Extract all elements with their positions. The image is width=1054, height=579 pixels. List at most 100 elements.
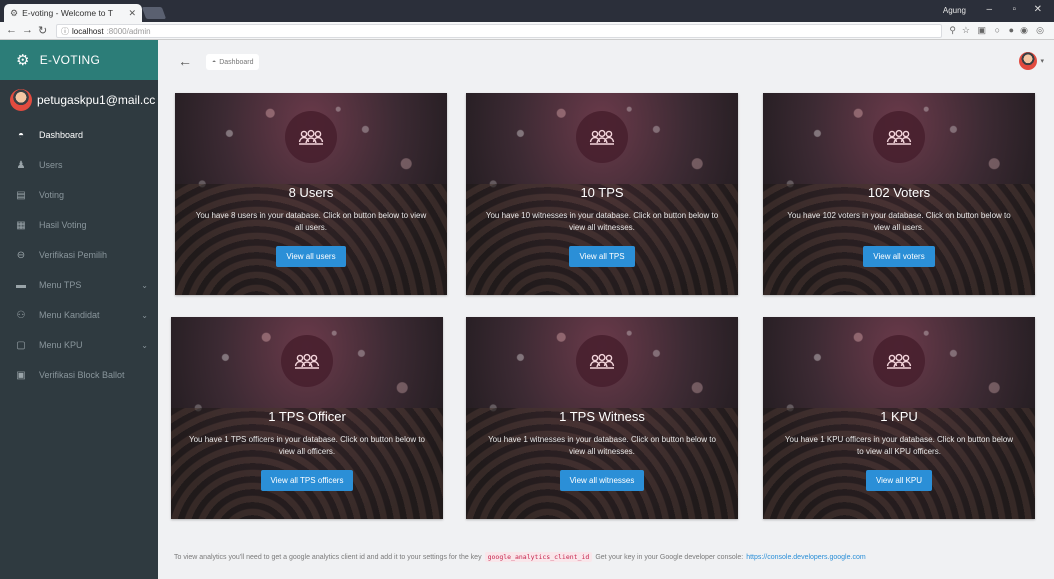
- sidebar-menu: ◓ Dashboard ♟ Users ▤ Voting ▦ Hasil Vot…: [0, 120, 158, 390]
- people-icon: [873, 111, 925, 163]
- settings-favicon-icon: ⚙: [10, 7, 19, 18]
- sidebar-item-verifikasi-pemilih[interactable]: ⊖ Verifikasi Pemilih: [0, 240, 158, 270]
- sidebar-profile[interactable]: petugaskpu1@mail.cc: [0, 80, 158, 120]
- bookmark-star-icon[interactable]: ☆: [962, 25, 970, 36]
- sidebar-item-label: Users: [39, 160, 63, 170]
- people-icon: [576, 111, 628, 163]
- card-description: You have 102 voters in your database. Cl…: [787, 211, 1011, 232]
- back-arrow-icon[interactable]: ←: [178, 53, 192, 69]
- back-arrow-icon[interactable]: ←: [6, 24, 17, 36]
- extension-icon[interactable]: ●: [1009, 25, 1014, 35]
- browser-titlebar: ⚙ E-voting - Welcome to T ✕ Agung – ▫ ✕: [0, 0, 1054, 22]
- card-title: 1 TPS Witness: [559, 409, 645, 424]
- extension-icon[interactable]: ◎: [1036, 25, 1044, 36]
- close-tab-icon[interactable]: ✕: [128, 8, 136, 19]
- sidebar-item-label: Menu KPU: [39, 340, 83, 350]
- document-icon: ▢: [16, 339, 26, 351]
- info-icon[interactable]: ⓘ: [61, 26, 69, 37]
- card-description: You have 1 witnesses in your database. C…: [488, 435, 716, 456]
- analytics-key-code: google_analytics_client_id: [484, 552, 593, 562]
- zoom-icon[interactable]: ⚲: [949, 25, 956, 36]
- view-all-kpu-button[interactable]: View all KPU: [865, 470, 933, 491]
- sidebar-item-label: Verifikasi Pemilih: [39, 250, 108, 260]
- card-title: 10 TPS: [580, 185, 624, 200]
- sidebar-item-dashboard[interactable]: ◓ Dashboard: [0, 120, 158, 150]
- card-title: 102 Voters: [867, 185, 931, 200]
- breadcrumb-label: Dashboard: [219, 58, 254, 66]
- sidebar-item-label: Hasil Voting: [39, 220, 87, 230]
- folder-icon: ▬: [16, 279, 26, 291]
- user-menu[interactable]: ▾: [1019, 52, 1044, 70]
- chevron-down-icon: ⌄: [141, 340, 148, 350]
- sidebar-item-verifikasi-block-ballot[interactable]: ▣ Verifikasi Block Ballot: [0, 360, 158, 390]
- analytics-notice-text-after: Get your key in your Google developer co…: [595, 553, 744, 561]
- sidebar-item-menu-tps[interactable]: ▬ Menu TPS ⌄: [0, 270, 158, 300]
- sidebar-item-label: Dashboard: [39, 130, 84, 140]
- gear-icon: ⚙: [16, 52, 30, 69]
- analytics-notice-text: To view analytics you'll need to get a g…: [174, 553, 482, 561]
- people-icon: [281, 335, 333, 387]
- url-host: localhost: [72, 26, 104, 36]
- avatar: [1019, 52, 1038, 70]
- ballot-icon: ▤: [16, 189, 26, 201]
- view-all-users-button[interactable]: View all users: [276, 246, 346, 267]
- people-icon: [285, 111, 337, 163]
- sidebar-item-label: Menu TPS: [39, 280, 82, 290]
- brand-title: E-VOTING: [39, 53, 101, 67]
- card-description: You have 10 witnesses in your database. …: [485, 211, 719, 232]
- sidebar-item-menu-kpu[interactable]: ▢ Menu KPU ⌄: [0, 330, 158, 360]
- browser-tab[interactable]: ⚙ E-voting - Welcome to T ✕: [4, 4, 142, 22]
- minimize-icon[interactable]: –: [986, 4, 992, 15]
- analytics-notice: To view analytics you'll need to get a g…: [174, 552, 866, 562]
- sidebar-item-label: Verifikasi Block Ballot: [39, 370, 125, 380]
- lock-icon: ⊖: [16, 249, 26, 261]
- window-user-name[interactable]: Agung: [943, 6, 966, 15]
- card-title: 8 Users: [288, 185, 334, 200]
- sidebar-item-menu-kandidat[interactable]: ⚇ Menu Kandidat ⌄: [0, 300, 158, 330]
- url-path: :8000/admin: [106, 26, 151, 36]
- brand-header[interactable]: ⚙ E-VOTING: [0, 40, 158, 80]
- extension-icon[interactable]: ○: [995, 25, 1000, 35]
- view-all-voters-button[interactable]: View all voters: [863, 246, 935, 267]
- breadcrumb[interactable]: ◓ Dashboard: [206, 54, 260, 70]
- voters-card: 102 Voters You have 102 voters in your d…: [763, 93, 1035, 295]
- tps-card: 10 TPS You have 10 witnesses in your dat…: [466, 93, 738, 295]
- window-close-icon[interactable]: ✕: [1034, 4, 1042, 15]
- sidebar-item-voting[interactable]: ▤ Voting: [0, 180, 158, 210]
- google-console-link[interactable]: https://console.developers.google.com: [746, 554, 865, 561]
- forward-arrow-icon[interactable]: →: [22, 24, 33, 36]
- url-input[interactable]: ⓘ localhost:8000/admin: [56, 24, 942, 38]
- sidebar-item-label: Voting: [39, 190, 65, 200]
- dashboard-icon: ◓: [212, 58, 217, 66]
- extension-icon[interactable]: ◉: [1020, 25, 1028, 36]
- address-bar: ← → ↻ ⓘ localhost:8000/admin ⚲ ☆ ▣ ○ ● ◉…: [0, 22, 1054, 40]
- view-all-tps-officers-button[interactable]: View all TPS officers: [260, 470, 354, 491]
- document-icon: ▣: [16, 369, 26, 381]
- users-card: 8 Users You have 8 users in your databas…: [175, 93, 447, 295]
- new-tab-button[interactable]: [141, 7, 167, 19]
- sidebar: ⚙ E-VOTING petugaskpu1@mail.cc ◓ Dashboa…: [0, 40, 158, 579]
- tps-officer-card: 1 TPS Officer You have 1 TPS officers in…: [171, 317, 443, 519]
- user-email: petugaskpu1@mail.cc: [37, 93, 156, 107]
- chevron-down-icon: ⌄: [141, 310, 148, 320]
- dashboard-icon: ◓: [17, 129, 25, 141]
- results-icon: ▦: [16, 219, 26, 231]
- extension-icon[interactable]: ▣: [977, 25, 986, 36]
- maximize-icon[interactable]: ▫: [1012, 4, 1016, 15]
- chevron-down-icon: ⌄: [141, 280, 148, 290]
- sidebar-item-hasil-voting[interactable]: ▦ Hasil Voting: [0, 210, 158, 240]
- browser-tab-title: E-voting - Welcome to T: [22, 8, 113, 18]
- tps-witness-card: 1 TPS Witness You have 1 witnesses in yo…: [466, 317, 738, 519]
- caret-down-icon: ▾: [1040, 58, 1044, 65]
- reload-icon[interactable]: ↻: [38, 24, 47, 37]
- group-icon: ⚇: [16, 309, 26, 321]
- kpu-card: 1 KPU You have 1 KPU officers in your da…: [763, 317, 1035, 519]
- view-all-witnesses-button[interactable]: View all witnesses: [559, 470, 645, 491]
- view-all-tps-button[interactable]: View all TPS: [569, 246, 635, 267]
- people-icon: [576, 335, 628, 387]
- card-title: 1 KPU: [880, 409, 918, 424]
- people-icon: [873, 335, 925, 387]
- sidebar-item-label: Menu Kandidat: [39, 310, 100, 320]
- user-icon: ♟: [16, 159, 26, 171]
- sidebar-item-users[interactable]: ♟ Users: [0, 150, 158, 180]
